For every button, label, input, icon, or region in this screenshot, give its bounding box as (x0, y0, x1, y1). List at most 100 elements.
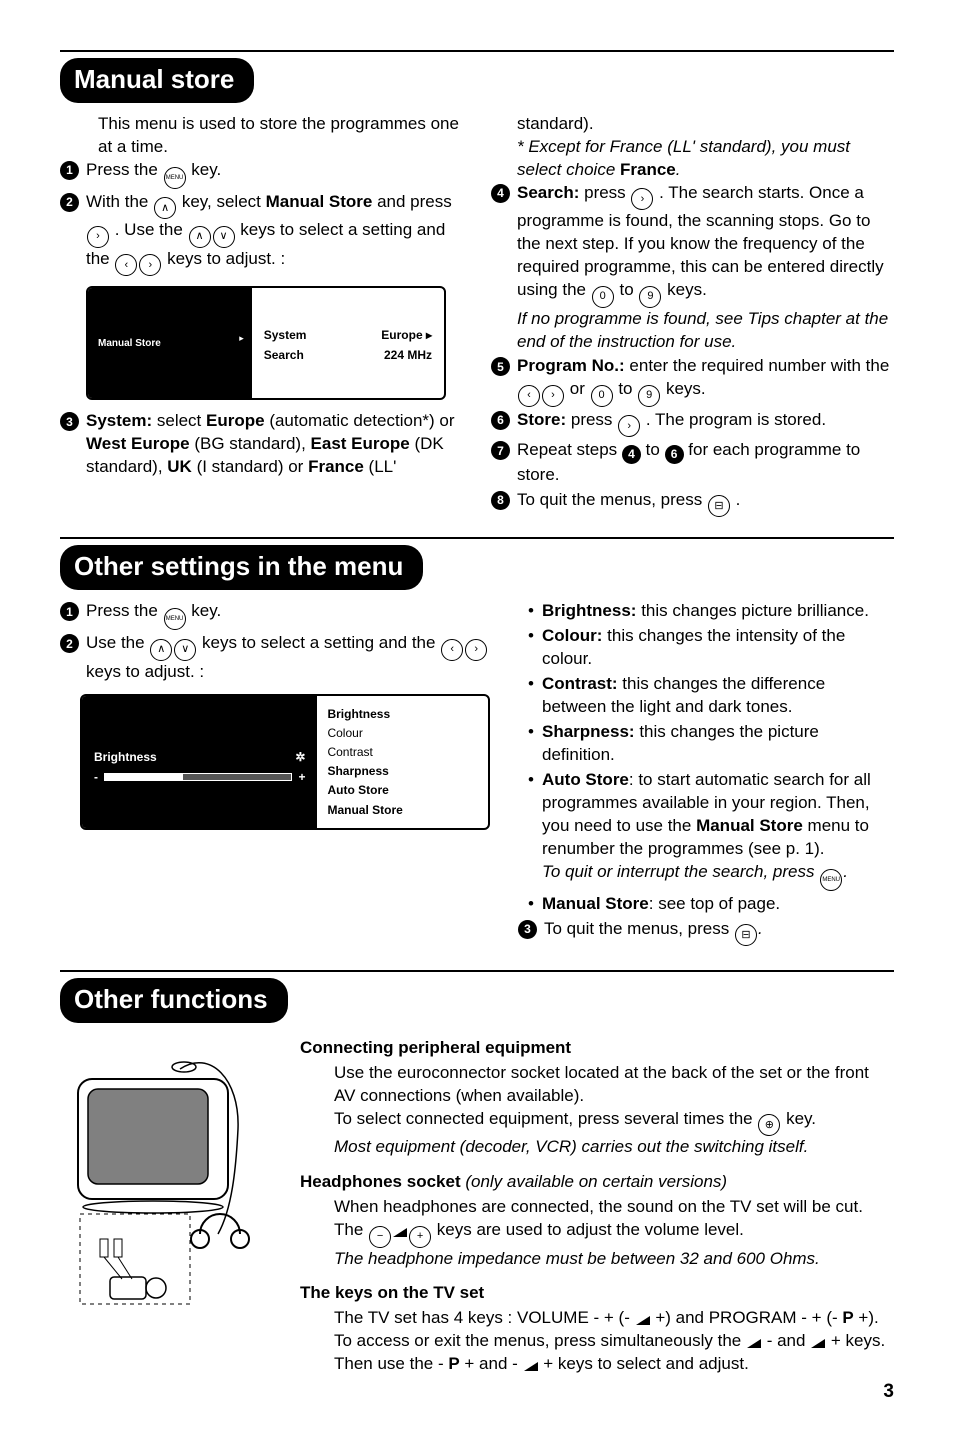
s3a: System: (86, 411, 152, 430)
bb-a: Brightness: (542, 601, 636, 620)
step-2-e: . Use the (115, 220, 188, 239)
osd-opt-colour: Colour (327, 725, 478, 741)
os1b: key. (191, 601, 221, 620)
volume-icon (393, 1228, 407, 1237)
bm-a: Manual Store (542, 894, 649, 913)
ref-marker-4: 4 (622, 445, 641, 464)
os-step-1: 1 Press the MENU key. (60, 600, 490, 630)
bullet-brightness: Brightness: this changes picture brillia… (528, 600, 894, 623)
heading-tv-keys: The keys on the TV set (300, 1282, 894, 1305)
s5a: Program No.: (517, 356, 625, 375)
hp-note: The headphone impedance must be between … (334, 1248, 894, 1271)
s3k: France (308, 457, 364, 476)
step-marker-4: 4 (491, 184, 510, 203)
tk2d: P (448, 1354, 459, 1373)
step-marker-1: 1 (60, 602, 79, 621)
os3b: . (758, 919, 763, 938)
bs-a: Sharpness: (542, 722, 635, 741)
volume-icon (636, 1316, 650, 1325)
section-rule (60, 537, 894, 539)
other-functions-text: Connecting peripheral equipment Use the … (300, 1033, 894, 1388)
osd-system-label: System (264, 327, 374, 343)
up-key-icon: ∧ (150, 639, 172, 661)
step-2-g: keys to adjust. : (167, 249, 285, 268)
bullet-sharpness: Sharpness: this changes the picture defi… (528, 721, 894, 767)
s3d: (automatic detection*) or (269, 411, 454, 430)
volume-icon (811, 1339, 825, 1348)
step-4: 4 Search: press › . The search starts. O… (491, 182, 894, 354)
bc-a: Colour: (542, 626, 602, 645)
ba-a: Auto Store (542, 770, 629, 789)
s3g: East Europe (311, 434, 410, 453)
bb-b: this changes picture brilliance. (636, 601, 868, 620)
s4e: keys. (667, 280, 707, 299)
hp-t2a: The (334, 1220, 368, 1239)
s3b: select (157, 411, 206, 430)
other-functions-row: Connecting peripheral equipment Use the … (60, 1033, 894, 1388)
connecting-t1: Use the euroconnector socket located at … (334, 1062, 894, 1108)
connecting-t2: To select connected equipment, press sev… (334, 1108, 894, 1136)
hp-t2: The −+ keys are used to adjust the volum… (334, 1219, 894, 1247)
step-marker-2: 2 (60, 193, 79, 212)
nine-key-icon: 9 (639, 286, 661, 308)
osd-opt-auto-store: Auto Store (327, 782, 478, 798)
os-step-3: 3 To quit the menus, press ⊟. (518, 918, 894, 946)
osd-arrow-icon: ▸ (239, 332, 244, 344)
step-2-d: and press (377, 192, 452, 211)
os3a: To quit the menus, press (544, 919, 734, 938)
step-marker-1: 1 (60, 161, 79, 180)
manual-store-columns: This menu is used to store the programme… (60, 113, 894, 519)
s6b: press (571, 410, 617, 429)
s4d: to (619, 280, 638, 299)
s4a: Search: (517, 183, 579, 202)
section-title-manual-store: Manual store (60, 58, 254, 103)
tk2e: + and - (460, 1354, 523, 1373)
osd2-right-panel: Brightness Colour Contrast Sharpness Aut… (317, 696, 488, 828)
s3i: UK (167, 457, 192, 476)
s4f: If no programme is found, see Tips chapt… (517, 308, 894, 354)
osd-search-value: 224 MHz (381, 347, 432, 363)
osd-brightness-label: Brightness (94, 749, 157, 765)
s3f: (BG standard), (194, 434, 310, 453)
tk1d: +). (854, 1308, 879, 1327)
osd-manual-store: Manual Store ▸ System Europe ▸ Search 22… (86, 286, 446, 400)
osd-left-panel: Manual Store ▸ (88, 288, 252, 398)
rc-standard-cont: standard). (491, 113, 894, 136)
bullet-auto-store: Auto Store: to start automatic search fo… (528, 769, 894, 891)
step-marker-6: 6 (491, 411, 510, 430)
hp-t1: When headphones are connected, the sound… (334, 1196, 894, 1219)
heading-connecting: Connecting peripheral equipment (300, 1037, 894, 1060)
bullet-manual-store: Manual Store: see top of page. (528, 893, 894, 916)
osd-brightness: Brightness ✲ - + Brightness Colour Contr… (80, 694, 490, 830)
osd-opt-contrast: Contrast (327, 744, 478, 760)
osd-opt-manual-store: Manual Store (327, 802, 478, 818)
osd-opt-sharpness: Sharpness (327, 763, 478, 779)
tk1c: P (842, 1308, 853, 1327)
s5d: to (618, 379, 637, 398)
s6c: . The program is stored. (646, 410, 826, 429)
other-settings-columns: 1 Press the MENU key. 2 Use the ∧∨ keys … (60, 600, 894, 948)
osd-minus: - (94, 769, 98, 785)
section-title-other-functions: Other functions (60, 978, 288, 1023)
minus-key-icon: − (369, 1226, 391, 1248)
s3j: (I standard) or (197, 457, 309, 476)
step-1: 1 Press the MENU key. (60, 159, 463, 189)
rc-note-c: . (676, 160, 681, 179)
bullet-contrast: Contrast: this changes the difference be… (528, 673, 894, 719)
av-key-icon: ⊕ (758, 1114, 780, 1136)
step-marker-5: 5 (491, 357, 510, 376)
s7b: to (646, 440, 665, 459)
tk1a: The TV set has 4 keys : VOLUME - + (- (334, 1308, 635, 1327)
step-3: 3 System: select Europe (automatic detec… (60, 410, 463, 479)
s3l: (LL' (369, 457, 397, 476)
os2a: Use the (86, 633, 149, 652)
os2b: keys to select a setting and the (202, 633, 440, 652)
manual-store-intro: This menu is used to store the programme… (60, 113, 463, 159)
osd2-left-panel: Brightness ✲ - + (82, 696, 317, 828)
list-key-icon: ⊟ (735, 924, 757, 946)
bco-a: Contrast: (542, 674, 618, 693)
page-number: 3 (883, 1379, 894, 1405)
tk1b: +) and PROGRAM - + (- (651, 1308, 843, 1327)
right-key-icon: › (618, 415, 640, 437)
tk2f: + keys to select and adjust. (539, 1354, 749, 1373)
